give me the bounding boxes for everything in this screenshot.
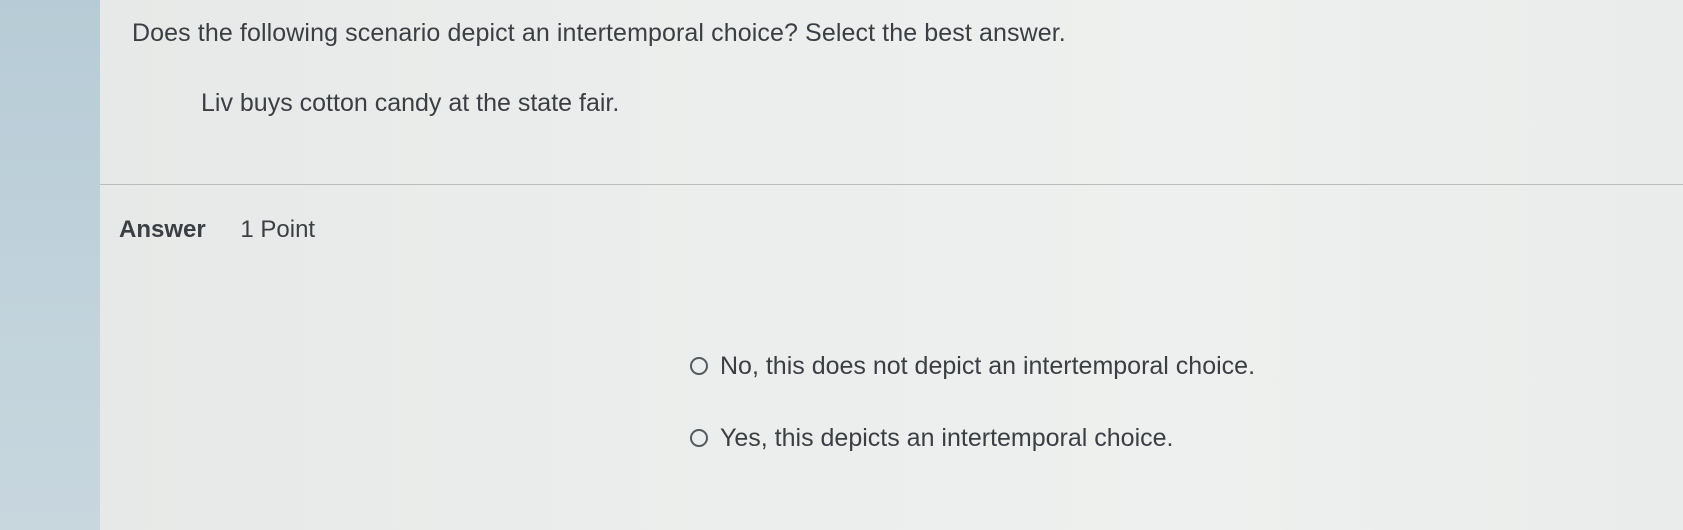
question-scenario: Liv buys cotton candy at the state fair. — [201, 89, 620, 117]
answer-points: 1 Point — [240, 216, 316, 243]
left-sidebar — [0, 0, 101, 530]
answer-header: Answer 1 Point — [119, 214, 315, 246]
answer-option-label: Yes, this depicts an intertemporal choic… — [720, 424, 1174, 452]
section-divider — [100, 184, 1683, 185]
radio-button-icon[interactable] — [690, 429, 708, 447]
answer-title: Answer — [119, 216, 206, 243]
radio-button-icon[interactable] — [690, 357, 708, 375]
question-prompt: Does the following scenario depict an in… — [132, 19, 1066, 47]
answer-option-label: No, this does not depict an intertempora… — [720, 352, 1256, 380]
answer-option-no[interactable]: No, this does not depict an intertempora… — [690, 349, 1255, 383]
question-panel: Does the following scenario depict an in… — [100, 0, 1683, 530]
answer-option-yes[interactable]: Yes, this depicts an intertemporal choic… — [690, 421, 1174, 455]
